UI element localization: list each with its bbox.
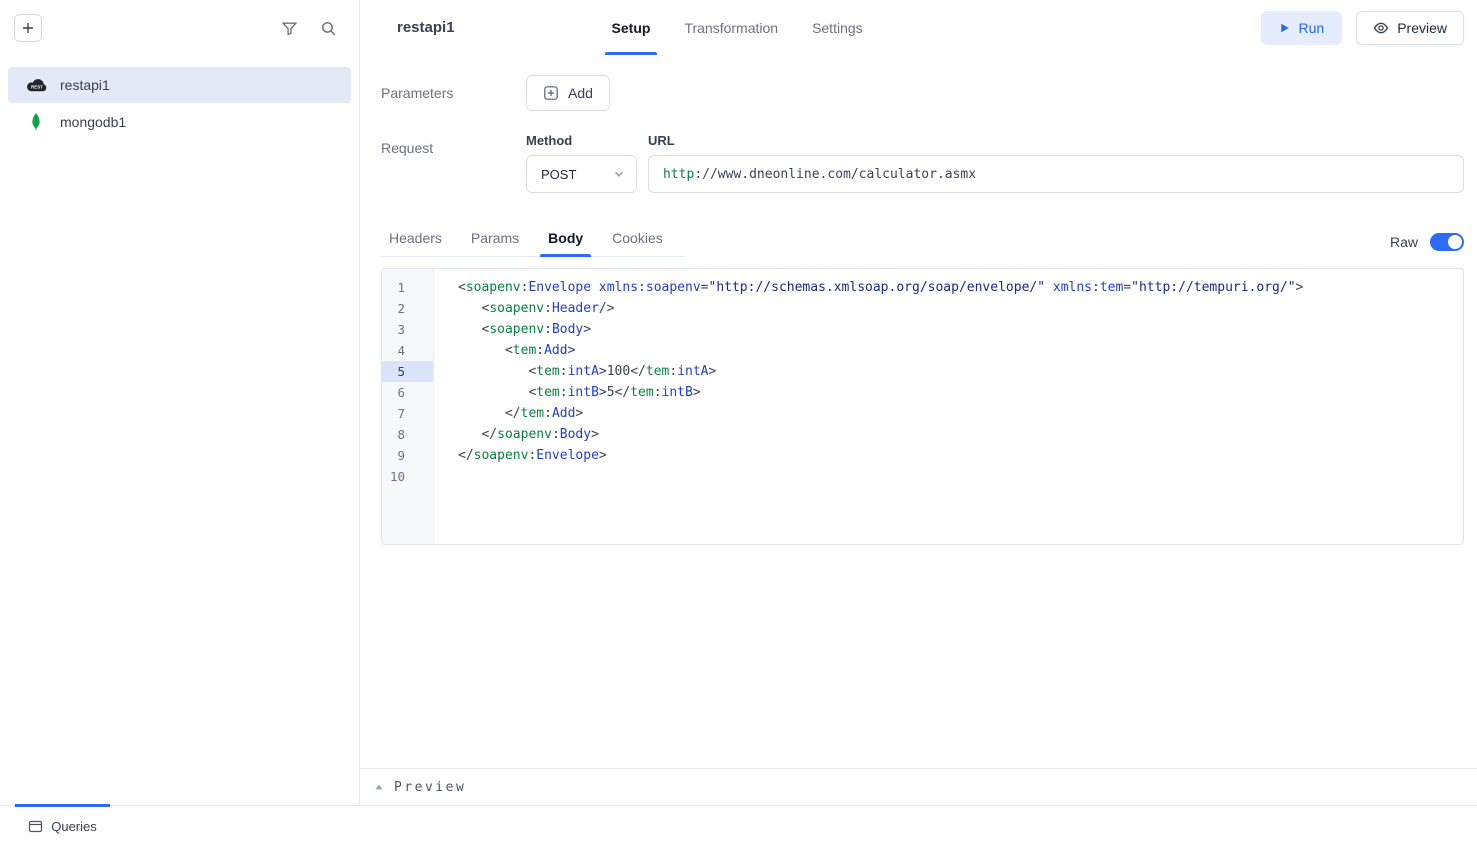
run-button[interactable]: Run xyxy=(1261,11,1343,45)
code-line: <soapenv:Body> xyxy=(458,319,1463,340)
main-header: restapi1 Setup Transformation Settings Run… xyxy=(360,0,1477,55)
triangle-up-icon xyxy=(374,782,384,792)
tab-transformation[interactable]: Transformation xyxy=(677,0,785,55)
tab-setup[interactable]: Setup xyxy=(605,0,658,55)
queries-icon xyxy=(28,819,43,834)
request-config-tabs-row: Headers Params Body Cookies Raw xyxy=(381,223,1464,257)
line-number: 6 xyxy=(382,382,433,403)
run-button-label: Run xyxy=(1299,20,1325,36)
request-config-tabs: Headers Params Body Cookies xyxy=(381,223,684,257)
preview-button[interactable]: Preview xyxy=(1356,11,1464,45)
sidebar-item-restapi1[interactable]: REST restapi1 xyxy=(8,67,351,103)
code-line: </tem:Add> xyxy=(458,403,1463,424)
raw-label: Raw xyxy=(1390,234,1418,250)
sidebar-item-label: mongodb1 xyxy=(60,114,126,130)
rest-api-icon: REST xyxy=(24,77,48,93)
preview-toggle-label: Preview xyxy=(394,780,466,795)
setup-panel: Parameters Add Request Method URL POST xyxy=(360,55,1477,768)
header-tabs: Setup Transformation Settings xyxy=(595,0,880,55)
line-number: 10 xyxy=(382,466,433,487)
line-number: 4 xyxy=(382,340,433,361)
toggle-knob xyxy=(1448,235,1462,249)
code-line: <soapenv:Envelope xmlns:soapenv="http://… xyxy=(458,277,1463,298)
filter-icon[interactable] xyxy=(281,20,298,37)
bottom-bar: Queries xyxy=(0,805,1477,847)
tab-body[interactable]: Body xyxy=(540,223,591,256)
app: REST restapi1 mongodb1 restapi1 Setup Trans… xyxy=(0,0,1477,805)
play-icon xyxy=(1279,22,1290,34)
tab-settings[interactable]: Settings xyxy=(805,0,870,55)
url-label: URL xyxy=(648,133,675,148)
plus-icon xyxy=(21,21,35,35)
entity-list: REST restapi1 mongodb1 xyxy=(0,56,359,141)
page-title: restapi1 xyxy=(397,19,455,36)
method-select[interactable]: POST xyxy=(526,155,637,193)
code-line: <soapenv:Header/> xyxy=(458,298,1463,319)
svg-text:REST: REST xyxy=(31,84,43,89)
code-line: <tem:intB>5</tem:intB> xyxy=(458,382,1463,403)
code-line: <tem:Add> xyxy=(458,340,1463,361)
sidebar-toolbar xyxy=(0,0,359,56)
search-icon[interactable] xyxy=(320,20,337,37)
request-label: Request xyxy=(381,133,526,193)
url-input[interactable]: http://www.dneonline.com/calculator.asmx xyxy=(648,155,1464,193)
editor-gutter: 12345678910 xyxy=(382,269,434,544)
body-code-editor[interactable]: 12345678910 <soapenv:Envelope xmlns:soap… xyxy=(381,268,1464,545)
tab-params[interactable]: Params xyxy=(463,223,527,256)
parameters-row: Parameters Add xyxy=(381,75,1464,111)
line-number: 8 xyxy=(382,424,433,445)
method-label: Method xyxy=(526,133,648,148)
chevron-down-icon xyxy=(612,167,626,181)
main-panel: restapi1 Setup Transformation Settings Run… xyxy=(360,0,1477,805)
line-number: 2 xyxy=(382,298,433,319)
eye-icon xyxy=(1373,20,1389,36)
parameters-label: Parameters xyxy=(381,85,526,101)
plus-square-icon xyxy=(543,85,559,101)
tab-queries[interactable]: Queries xyxy=(15,806,110,847)
sidebar: REST restapi1 mongodb1 xyxy=(0,0,360,805)
raw-toggle[interactable] xyxy=(1430,233,1464,251)
add-parameter-button[interactable]: Add xyxy=(526,75,610,111)
line-number: 5 xyxy=(382,361,433,382)
code-line xyxy=(458,466,1463,487)
queries-tab-label: Queries xyxy=(51,819,97,834)
line-number: 7 xyxy=(382,403,433,424)
line-number: 3 xyxy=(382,319,433,340)
tab-cookies[interactable]: Cookies xyxy=(604,223,671,256)
code-line: </soapenv:Body> xyxy=(458,424,1463,445)
header-actions: Run Preview xyxy=(1261,11,1464,45)
mongodb-icon xyxy=(24,112,48,132)
code-line: </soapenv:Envelope> xyxy=(458,445,1463,466)
line-number: 9 xyxy=(382,445,433,466)
tab-headers[interactable]: Headers xyxy=(381,223,450,256)
request-row: Request Method URL POST http://www.dneon… xyxy=(381,133,1464,193)
sidebar-item-label: restapi1 xyxy=(60,77,110,93)
add-button-label: Add xyxy=(568,85,593,101)
method-value: POST xyxy=(541,167,576,182)
preview-collapse-bar[interactable]: Preview xyxy=(360,768,1477,805)
code-line: <tem:intA>100</tem:intA> xyxy=(458,361,1463,382)
line-number: 1 xyxy=(382,277,433,298)
editor-code: <soapenv:Envelope xmlns:soapenv="http://… xyxy=(434,269,1463,544)
sidebar-item-mongodb1[interactable]: mongodb1 xyxy=(8,104,351,140)
new-entity-button[interactable] xyxy=(14,14,42,42)
preview-button-label: Preview xyxy=(1397,20,1447,36)
